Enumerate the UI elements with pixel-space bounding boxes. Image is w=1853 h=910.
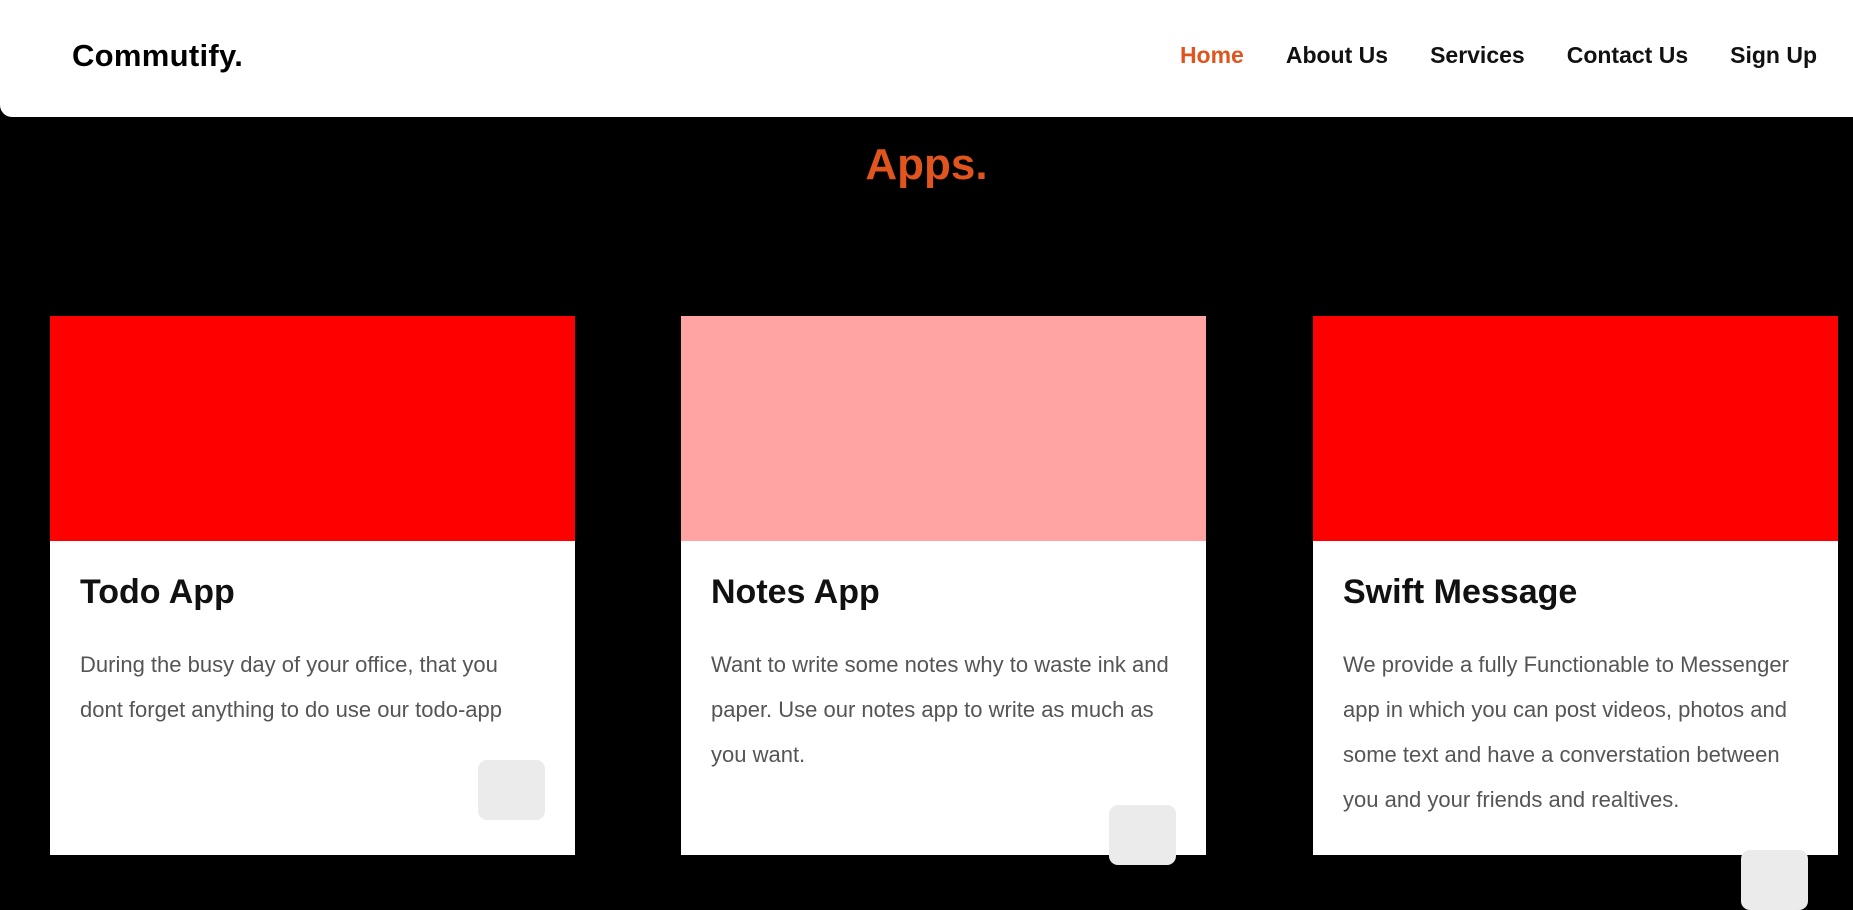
nav-link-services[interactable]: Services [1430,42,1525,69]
card-image [1313,316,1838,541]
card-description: During the busy day of your office, that… [80,652,502,722]
app-card-swift-message: Swift Message We provide a fully Functio… [1313,316,1838,910]
app-card-todo: Todo App During the busy day of your off… [50,316,575,855]
nav-link-contact-us[interactable]: Contact Us [1567,42,1688,69]
card-body: Notes App Want to write some notes why t… [681,541,1206,777]
nav-link-sign-up[interactable]: Sign Up [1730,42,1817,69]
nav-link-home[interactable]: Home [1180,42,1244,69]
card-image [50,316,575,541]
card-title: Swift Message [1343,573,1578,611]
brand-logo[interactable]: Commutify. [72,38,243,74]
card-body: Todo App During the busy day of your off… [50,541,575,732]
card-description: Want to write some notes why to waste in… [711,652,1169,767]
card-title: Notes App [711,573,880,611]
app-card-notes: Notes App Want to write some notes why t… [681,316,1206,865]
navbar: Commutify. Home About Us Services Contac… [0,0,1853,117]
section-title: Apps. [865,140,988,189]
card-action-button[interactable] [1741,850,1808,910]
card-description: We provide a fully Functionable to Messe… [1343,652,1789,812]
card-title: Todo App [80,573,235,611]
card-image [681,316,1206,541]
nav-link-about-us[interactable]: About Us [1286,42,1388,69]
card-action-button[interactable] [478,760,545,820]
card-body: Swift Message We provide a fully Functio… [1313,541,1838,822]
card-action-button[interactable] [1109,805,1176,865]
nav-links: Home About Us Services Contact Us Sign U… [1180,42,1817,69]
